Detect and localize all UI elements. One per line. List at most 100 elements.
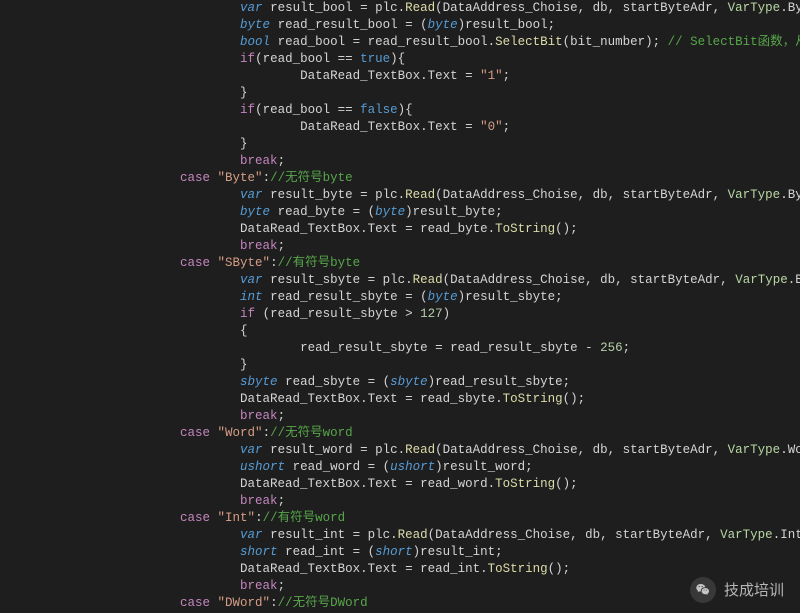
code-line[interactable]: var result_byte = plc.Read(DataAddress_C…: [0, 187, 800, 204]
code-line[interactable]: break;: [0, 493, 800, 510]
code-token: var: [240, 1, 263, 15]
code-token: byte: [375, 205, 405, 219]
code-token: ;: [623, 341, 631, 355]
code-line[interactable]: {: [0, 323, 800, 340]
code-line[interactable]: var result_bool = plc.Read(DataAddress_C…: [0, 0, 800, 17]
code-token: )result_int;: [413, 545, 503, 559]
code-token: //无符号word: [270, 426, 353, 440]
code-token: (: [428, 528, 436, 542]
code-line[interactable]: if(read_bool == false){: [0, 102, 800, 119]
code-token: read_int: [278, 545, 346, 559]
code-line[interactable]: break;: [0, 153, 800, 170]
code-token: DataAddress_Choise, db, startByteAdr,: [435, 528, 720, 542]
code-token: = (: [345, 205, 375, 219]
code-line[interactable]: if (read_result_sbyte > 127): [0, 306, 800, 323]
code-editor[interactable]: var result_bool = plc.Read(DataAddress_C…: [0, 0, 800, 613]
code-token: ){: [398, 103, 413, 117]
code-token: break: [240, 494, 278, 508]
code-line[interactable]: ushort read_word = (ushort)result_word;: [0, 459, 800, 476]
code-token: DataAddress_Choise, db, startByteAdr,: [443, 443, 728, 457]
code-token: = (: [360, 375, 390, 389]
code-line[interactable]: byte read_result_bool = (byte)result_boo…: [0, 17, 800, 34]
code-token: .Int,: [773, 528, 800, 542]
code-token: .Byte,: [780, 188, 800, 202]
code-token: read_sbyte: [278, 375, 361, 389]
code-line[interactable]: }: [0, 85, 800, 102]
code-line[interactable]: var result_int = plc.Read(DataAddress_Ch…: [0, 527, 800, 544]
code-token: "Word": [218, 426, 263, 440]
code-token: ToString: [495, 477, 555, 491]
code-line[interactable]: break;: [0, 408, 800, 425]
code-token: result_sbyte: [263, 273, 361, 287]
code-line[interactable]: DataRead_TextBox.Text = read_sbyte.ToStr…: [0, 391, 800, 408]
code-token: sbyte: [240, 375, 278, 389]
code-line[interactable]: break;: [0, 578, 800, 595]
code-token: ();: [563, 392, 586, 406]
code-line[interactable]: case "Int"://有符号word: [0, 510, 800, 527]
code-token: = plc.: [353, 443, 406, 457]
code-token: }: [240, 137, 248, 151]
code-token: byte: [428, 290, 458, 304]
code-token: ushort: [390, 460, 435, 474]
code-line[interactable]: DataRead_TextBox.Text = read_byte.ToStri…: [0, 221, 800, 238]
code-token: result_bool: [263, 1, 353, 15]
code-line[interactable]: DataRead_TextBox.Text = "0";: [0, 119, 800, 136]
code-token: .Byte,: [780, 1, 800, 15]
code-token: )result_bool;: [458, 18, 556, 32]
code-line[interactable]: byte read_byte = (byte)result_byte;: [0, 204, 800, 221]
code-token: }: [240, 358, 248, 372]
code-token: = (: [360, 460, 390, 474]
code-token: ;: [503, 120, 511, 134]
code-token: = plc.: [345, 528, 398, 542]
code-token: :: [270, 596, 278, 610]
code-token: ){: [390, 52, 405, 66]
code-line[interactable]: case "Byte"://无符号byte: [0, 170, 800, 187]
code-token: .Word,: [780, 443, 800, 457]
code-line[interactable]: case "Word"://无符号word: [0, 425, 800, 442]
code-line[interactable]: read_result_sbyte = read_result_sbyte - …: [0, 340, 800, 357]
code-token: short: [240, 545, 278, 559]
code-token: ();: [548, 562, 571, 576]
code-token: = (: [398, 290, 428, 304]
code-token: if: [240, 307, 255, 321]
code-token: = plc.: [353, 188, 406, 202]
code-token: case: [180, 171, 218, 185]
code-line[interactable]: sbyte read_sbyte = (sbyte)read_result_sb…: [0, 374, 800, 391]
code-line[interactable]: break;: [0, 238, 800, 255]
code-token: VarType: [728, 1, 781, 15]
code-line[interactable]: }: [0, 136, 800, 153]
code-token: (: [435, 443, 443, 457]
code-token: = (: [398, 18, 428, 32]
code-token: if: [240, 103, 255, 117]
code-line[interactable]: var result_sbyte = plc.Read(DataAddress_…: [0, 272, 800, 289]
code-token: ;: [278, 494, 286, 508]
code-token: "Byte": [218, 171, 263, 185]
code-token: break: [240, 239, 278, 253]
code-token: Read: [398, 528, 428, 542]
code-token: break: [240, 409, 278, 423]
code-line[interactable]: case "DWord"://无符号DWord: [0, 595, 800, 612]
code-line[interactable]: DataRead_TextBox.Text = read_int.ToStrin…: [0, 561, 800, 578]
code-line[interactable]: var result_word = plc.Read(DataAddress_C…: [0, 442, 800, 459]
code-line[interactable]: int read_result_sbyte = (byte)result_sby…: [0, 289, 800, 306]
code-token: (: [563, 35, 571, 49]
code-token: read_word: [285, 460, 360, 474]
code-token: //有符号word: [263, 511, 346, 525]
code-token: int: [240, 290, 263, 304]
code-token: read_result_bool: [270, 18, 398, 32]
code-token: //无符号byte: [270, 171, 353, 185]
code-line[interactable]: bool read_bool = read_result_bool.Select…: [0, 34, 800, 51]
code-line[interactable]: short read_int = (short)result_int;: [0, 544, 800, 561]
code-token: {: [240, 324, 248, 338]
code-token: var: [240, 273, 263, 287]
code-line[interactable]: case "SByte"://有符号byte: [0, 255, 800, 272]
code-token: ): [443, 307, 451, 321]
code-token: VarType: [728, 188, 781, 202]
code-token: Read: [405, 1, 435, 15]
code-line[interactable]: if(read_bool == true){: [0, 51, 800, 68]
code-line[interactable]: DataRead_TextBox.Text = "1";: [0, 68, 800, 85]
code-token: );: [645, 35, 668, 49]
code-line[interactable]: DataRead_TextBox.Text = read_word.ToStri…: [0, 476, 800, 493]
code-token: ToString: [503, 392, 563, 406]
code-line[interactable]: }: [0, 357, 800, 374]
